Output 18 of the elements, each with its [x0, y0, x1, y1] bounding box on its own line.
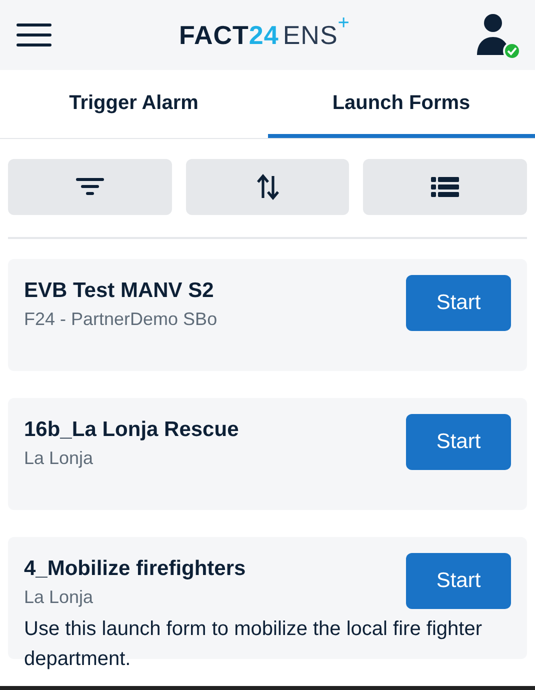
form-title: 4_Mobilize firefighters [24, 557, 247, 581]
form-subtitle: La Lonja [24, 587, 94, 608]
sort-button[interactable] [186, 159, 350, 215]
start-button[interactable]: Start [406, 275, 511, 331]
form-subtitle: F24 - PartnerDemo SBo [24, 309, 218, 330]
filter-icon [76, 178, 104, 196]
form-description: Use this launch form to mobilize the local fire fighter department. [24, 617, 483, 672]
list-button[interactable] [363, 159, 528, 215]
start-button[interactable]: Start [406, 553, 511, 609]
form-title: 16b_La Lonja Rescue [24, 418, 240, 442]
menu-icon[interactable] [16, 23, 52, 47]
list-icon [431, 177, 460, 197]
app-logo: FACT24 ENS+ [179, 20, 350, 50]
form-subtitle: La Lonja [24, 448, 94, 469]
start-button[interactable]: Start [406, 414, 511, 470]
sort-icon [256, 174, 278, 200]
user-icon[interactable] [477, 11, 521, 59]
form-title: EVB Test MANV S2 [24, 279, 215, 303]
